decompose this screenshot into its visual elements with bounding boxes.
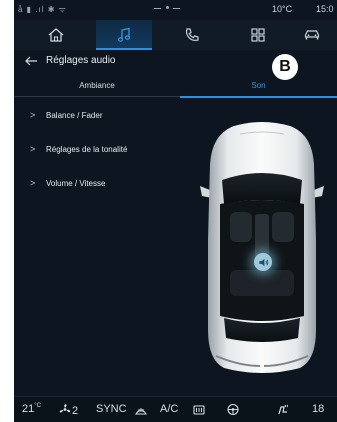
nav-home-button[interactable] [28,20,84,50]
nav-music-button[interactable] [96,20,152,50]
driver-temperature[interactable]: 21°C [22,403,41,415]
seat-heating-button[interactable] [226,403,240,419]
status-center-indicator [154,4,184,14]
outside-temperature: 10°C [272,4,293,14]
tab-son[interactable]: Son [180,74,337,98]
ac-button[interactable]: A/C [160,403,178,415]
status-icons: å ▮ .ıl ✱ ᯤ [18,5,67,14]
steering-wheel-heat-icon [227,403,239,416]
home-icon [48,28,64,42]
back-arrow-icon[interactable] [24,55,38,67]
infotainment-screen: å ▮ .ıl ✱ ᯤ 10°C 15:0 Réglages audio Amb… [14,0,337,422]
menu-item-label: Balance / Fader [46,111,103,120]
seat-fan-icon [278,404,288,415]
menu-item-label: Réglages de la tonalité [46,145,128,154]
main-nav-bar [14,20,337,50]
fan-speed-control[interactable]: 2 [58,403,78,417]
seat-ventilation-button[interactable] [276,403,290,419]
chevron-right-icon: > [30,110,36,120]
speaker-position-button[interactable] [254,253,272,271]
tab-ambiance[interactable]: Ambiance [14,74,180,97]
chevron-right-icon: > [30,178,36,188]
menu-item-tonalite[interactable]: > Réglages de la tonalité [14,140,204,160]
nav-apps-button[interactable] [230,20,286,50]
temperature-unit: °C [34,403,41,409]
music-icon [117,27,131,42]
menu-item-balance-fader[interactable]: > Balance / Fader [14,106,204,126]
clock: 15:0 [316,4,334,14]
car-top-view-illustration [200,122,324,373]
menu-item-volume-vitesse[interactable]: > Volume / Vitesse [14,174,204,194]
rear-defrost-icon [193,405,205,415]
nav-car-button[interactable] [284,20,337,50]
front-defrost-icon [135,408,147,415]
status-bar: å ▮ .ıl ✱ ᯤ 10°C 15:0 [14,0,337,20]
car-icon [304,30,320,40]
apps-icon [251,28,265,42]
fan-speed-value: 2 [72,405,79,417]
page-title: Réglages audio [46,55,116,66]
phone-icon [185,28,199,41]
callout-marker-b: B [272,54,298,80]
climate-bar: 21°C 2 SYNC A/C 18 [14,396,337,422]
sync-button[interactable]: SYNC [96,403,127,415]
driver-temperature-value: 21 [22,403,35,415]
speaker-icon [258,258,268,266]
passenger-temperature[interactable]: 18 [312,403,324,415]
menu-item-label: Volume / Vitesse [46,179,106,188]
nav-phone-button[interactable] [164,20,220,50]
chevron-right-icon: > [30,144,36,154]
fan-icon [59,404,71,413]
rear-defrost-button[interactable] [192,403,206,419]
front-defrost-button[interactable] [134,403,148,419]
